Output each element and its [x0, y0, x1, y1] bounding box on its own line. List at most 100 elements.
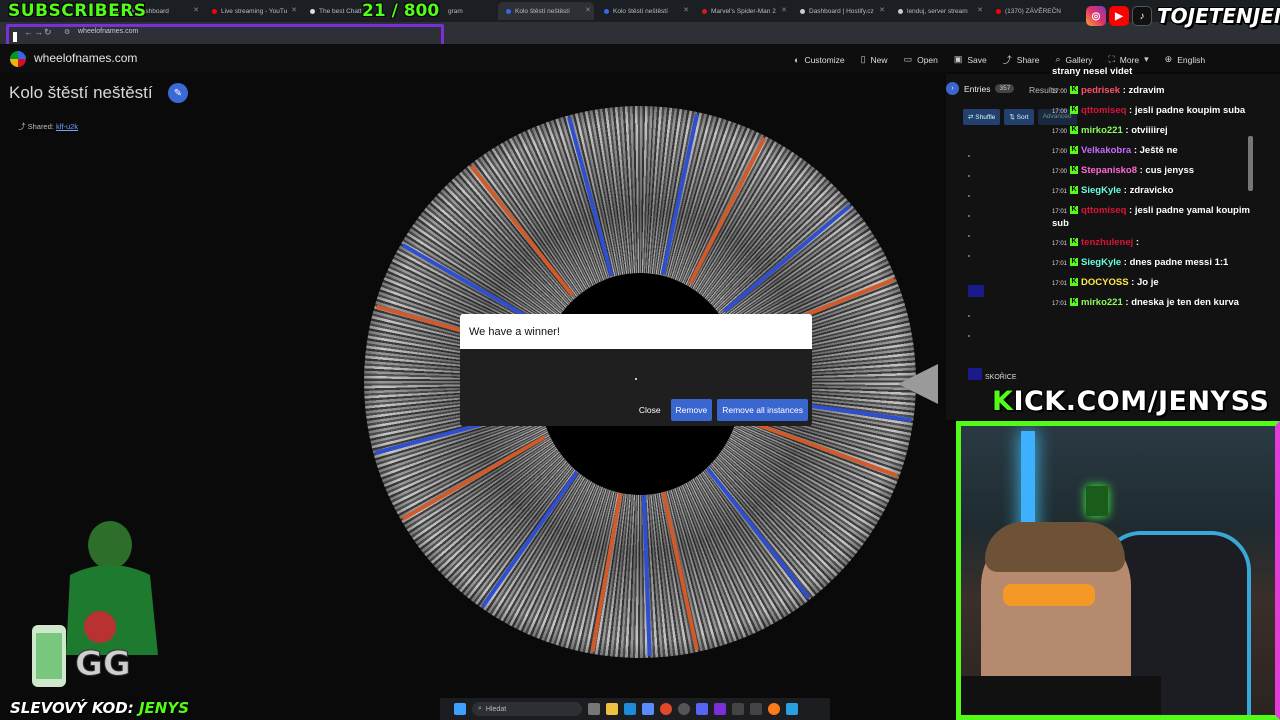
browser-tab[interactable]: Live streaming - YouTu ✕ [204, 2, 300, 20]
app-icon[interactable] [732, 703, 744, 715]
tab-label: Kolo štěstí neštěstí [613, 7, 668, 15]
wheelofnames-logo-icon[interactable] [10, 51, 26, 67]
entries-tab[interactable]: › Entries 357 [946, 82, 1015, 95]
social-links: ◎ ▶ ♪ TOJETENJENYS [1086, 4, 1280, 28]
entry-bullet [968, 255, 970, 257]
sort-button[interactable]: ⇅ Sort [1004, 109, 1034, 125]
close-button[interactable]: Close [634, 399, 666, 421]
app-icon[interactable] [786, 703, 798, 715]
chat-username[interactable]: mirko221 [1081, 297, 1123, 308]
chat-text: : Jo je [1131, 277, 1159, 288]
streamer-shirt [961, 676, 1161, 715]
chat-username[interactable]: SiegKyle [1081, 257, 1121, 268]
menu-save[interactable]: ▣ Save [954, 53, 987, 66]
tab-label: Kolo štěstí neštěstí [515, 7, 570, 15]
menu-language[interactable]: ⊕ English [1165, 53, 1205, 66]
edge-icon[interactable] [624, 703, 636, 715]
edit-title-button[interactable]: ✎ [168, 83, 188, 103]
firefox-icon[interactable] [768, 703, 780, 715]
menu-share[interactable]: ⤴ Share [1003, 53, 1040, 66]
menu-gallery[interactable]: ⌕ Gallery [1055, 53, 1092, 66]
discord-icon[interactable] [696, 703, 708, 715]
chat-username[interactable]: pedrisek [1081, 85, 1120, 96]
browser-tab[interactable]: Dashboard | Hostify.cz ✕ [792, 2, 888, 20]
cup-pattern [36, 633, 62, 679]
browser-tab[interactable]: Kolo štěstí neštěstí ✕ [596, 2, 692, 20]
browser-tab[interactable]: Marvel's Spider-Man 2 ✕ [694, 2, 790, 20]
entry-bullet [968, 235, 970, 237]
shuffle-label: Shuffle [975, 114, 996, 121]
close-icon[interactable]: ✕ [879, 6, 885, 14]
remove-all-button[interactable]: Remove all instances [717, 399, 808, 421]
menu-more[interactable]: ⛶ More ▾ [1108, 53, 1148, 66]
browser-tab[interactable]: lenduj, server stream ✕ [890, 2, 986, 20]
chat-timestamp: 17:01 [1052, 241, 1068, 247]
chat-username[interactable]: Velkakobra [1081, 145, 1131, 156]
chat-overlay: strany nesel videt 17:00 Kpedrisek : zdrav… [1052, 66, 1262, 317]
app-icon[interactable] [714, 703, 726, 715]
mascot-head [88, 521, 132, 569]
chat-timestamp: 17:00 [1052, 129, 1068, 135]
chrome-icon[interactable] [660, 703, 672, 715]
chat-icon [310, 8, 315, 14]
chat-username[interactable]: qttomiseq [1081, 105, 1126, 116]
taskbar-search[interactable]: ⌕ Hledat [472, 702, 582, 716]
sort-label: Sort [1016, 114, 1029, 121]
browser-tab[interactable]: (1370) ZÁVĚREČN [988, 2, 1084, 20]
site-name[interactable]: wheelofnames.com [34, 51, 137, 65]
entry-image [968, 368, 982, 380]
kick-badge-icon: K [1070, 278, 1079, 287]
remove-button[interactable]: Remove [670, 399, 713, 421]
chat-timestamp: 17:00 [1052, 109, 1068, 115]
task-view-icon[interactable] [588, 703, 600, 715]
chat-text: : [1135, 237, 1140, 248]
wheel-segment [641, 491, 652, 656]
tab-label: gram [448, 7, 463, 15]
close-icon[interactable]: ✕ [291, 6, 297, 14]
site-menu: ◐ Customize ▯ New ▭ Open ▣ Save ⤴ Share ⌕ Gall… [794, 53, 1205, 66]
close-icon[interactable]: ✕ [977, 6, 983, 14]
wheel-segment [481, 470, 579, 608]
browser-tab-active[interactable]: Kolo štěstí neštěstí ✕ [498, 2, 594, 20]
chat-text: : Ještě ne [1133, 145, 1178, 156]
kick-badge-icon: K [1070, 206, 1079, 215]
menu-open[interactable]: ▭ Open [904, 53, 938, 66]
entries-label: Entries [964, 83, 991, 94]
chat-message: 17:00 Kqttomiseq : jesli padne koupim sub… [1052, 105, 1262, 118]
chat-text: : cus jenyss [1139, 165, 1195, 176]
file-explorer-icon[interactable] [606, 703, 618, 715]
close-icon[interactable]: ✕ [683, 6, 689, 14]
cursor-marker [13, 32, 17, 42]
chat-timestamp: 17:00 [1052, 89, 1068, 95]
wheel-segment [401, 435, 546, 521]
shared-link[interactable]: klf-u2k [56, 122, 78, 131]
close-icon[interactable]: ✕ [781, 6, 787, 14]
chat-text: : zdravicko [1123, 185, 1174, 196]
app-icon[interactable] [750, 703, 762, 715]
close-icon[interactable]: ✕ [193, 6, 199, 14]
close-icon[interactable]: ✕ [585, 6, 591, 14]
entry-text[interactable]: SKOŘICE [985, 374, 1017, 381]
windows-start-icon[interactable] [454, 703, 466, 715]
chat-username[interactable]: SiegKyle [1081, 185, 1121, 196]
chevron-right-icon[interactable]: › [946, 82, 959, 95]
folder-icon: ▭ [903, 54, 913, 64]
chat-username[interactable]: qttomiseq [1081, 205, 1126, 216]
search-icon: ⌕ [478, 705, 482, 712]
shuffle-button[interactable]: ⇄ Shuffle [963, 109, 1001, 125]
kick-badge-icon: K [1070, 86, 1079, 95]
chat-text: : dneska je ten den kurva [1125, 297, 1239, 308]
wheel-segment [660, 489, 699, 651]
globe-icon: ⊕ [1164, 54, 1173, 64]
chat-username[interactable]: DOCYOSS [1081, 277, 1129, 288]
chat-username[interactable]: mirko221 [1081, 125, 1123, 136]
menu-customize[interactable]: ◐ Customize [794, 53, 845, 66]
obs-icon[interactable] [678, 703, 690, 715]
chat-username[interactable]: tenzhulenej [1081, 237, 1133, 248]
photos-icon[interactable] [642, 703, 654, 715]
chat-timestamp: 17:01 [1052, 281, 1068, 287]
chat-username[interactable]: Stepanisko8 [1081, 165, 1137, 176]
winner-dialog: We have a winner! Close Remove Remove al… [460, 314, 812, 426]
menu-new[interactable]: ▯ New [861, 53, 888, 66]
promo-banner: SLEVOVÝ KOD: JENYS [10, 699, 189, 717]
